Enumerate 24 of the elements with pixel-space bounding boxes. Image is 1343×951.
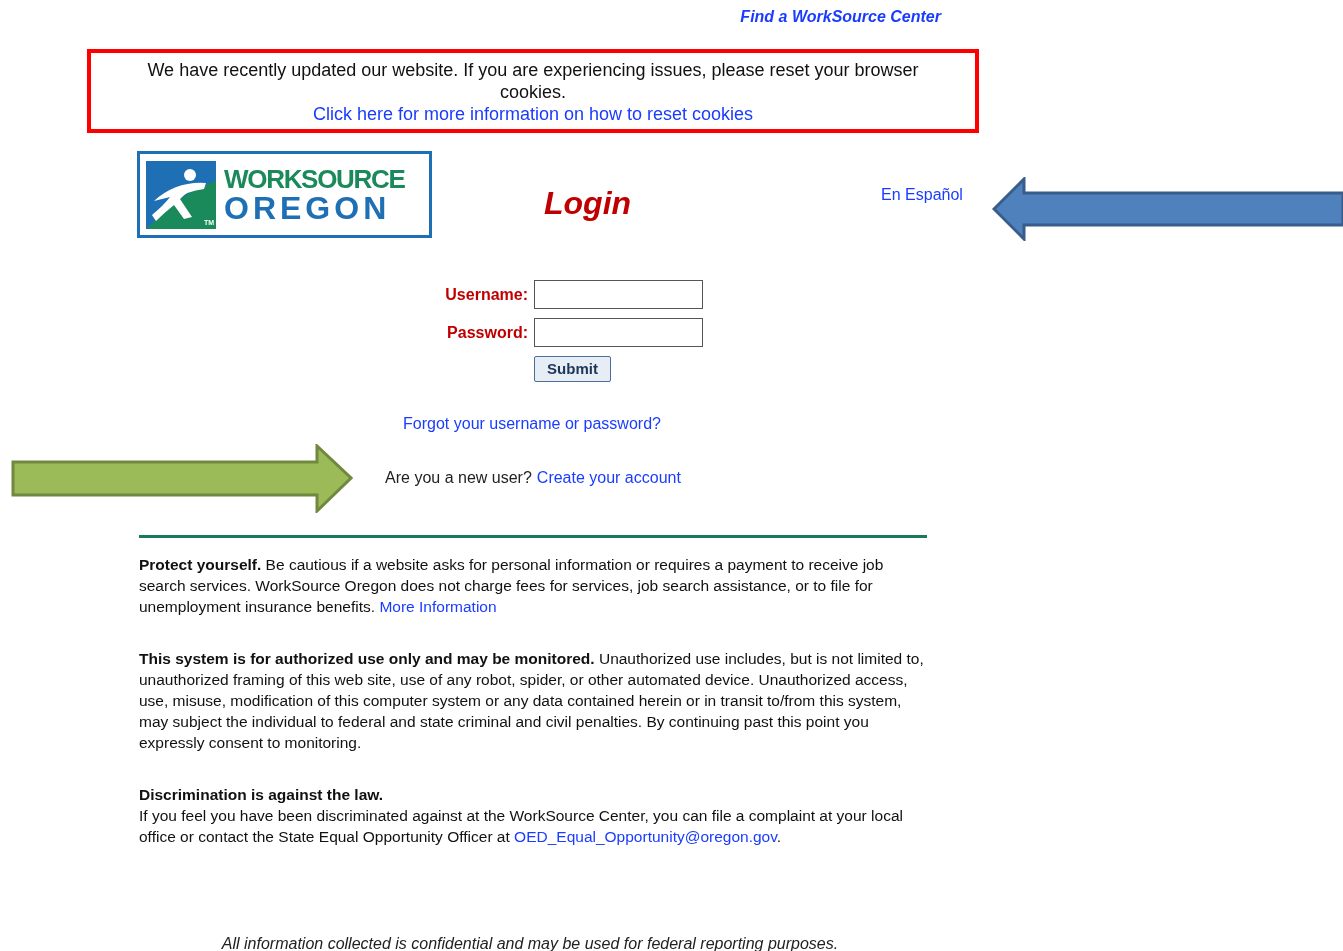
submit-button[interactable]: Submit <box>534 356 611 382</box>
new-user-text: Are you a new user? <box>385 468 532 488</box>
reset-cookies-link[interactable]: Click here for more information on how to reset cookies <box>312 103 754 125</box>
runner-figure-icon <box>146 160 216 229</box>
info-paragraph: This system is for authorized use only and may be monitored. Unauthorized use includes, but is not limited to, unauthorized framing of this web site, use of any robot, spider, or other automated device. Unauthorized access, use, misuse, modification of this computer system or any data contained herein or in transit to/from this system, may subject the individual to federal and state criminal and civil penalties. By continuing past this point you expressly consent to monitoring. <box>139 649 925 753</box>
left-arrow-icon <box>992 177 1343 241</box>
right-arrow-icon <box>11 444 353 513</box>
input-field[interactable] <box>534 280 703 309</box>
paragraph-heading: Discrimination is against the law. <box>139 785 385 805</box>
create-account-link[interactable]: Create your account <box>536 466 681 490</box>
info-paragraph: Protect yourself. Be cautious if a website asks for personal information or requires a payment to receive job search services. WorkSource Oregon does not charge fees for services, job search assistance, or to file for unemployment insurance benefits. More Information <box>139 555 885 617</box>
info-paragraph: If you feel you have been discriminated against at the WorkSource Center, you can file a complaint at your local office or contact the State Equal Opportunity Officer at OED_Equal_Opportunity@oregon.gov. <box>139 806 904 847</box>
logo-text: OREGON <box>224 191 392 224</box>
input-field[interactable] <box>534 318 703 347</box>
logo-text: WORKSOURCE <box>224 165 405 192</box>
login-title: Login <box>544 183 632 223</box>
info-link[interactable]: More Information <box>379 598 497 615</box>
field-label: Password: <box>446 322 528 343</box>
spanish-link[interactable]: En Español <box>881 182 963 207</box>
find-center-link[interactable]: Find a WorkSource Center <box>740 5 941 29</box>
notice-text: We have recently updated our website. If you are experiencing issues, please reset your browser cookies. <box>146 59 920 103</box>
forgot-password-link[interactable]: Forgot your username or password? <box>403 412 661 436</box>
info-link[interactable]: OED_Equal_Opportunity@oregon.gov <box>514 828 777 845</box>
field-label: Username: <box>444 284 528 305</box>
